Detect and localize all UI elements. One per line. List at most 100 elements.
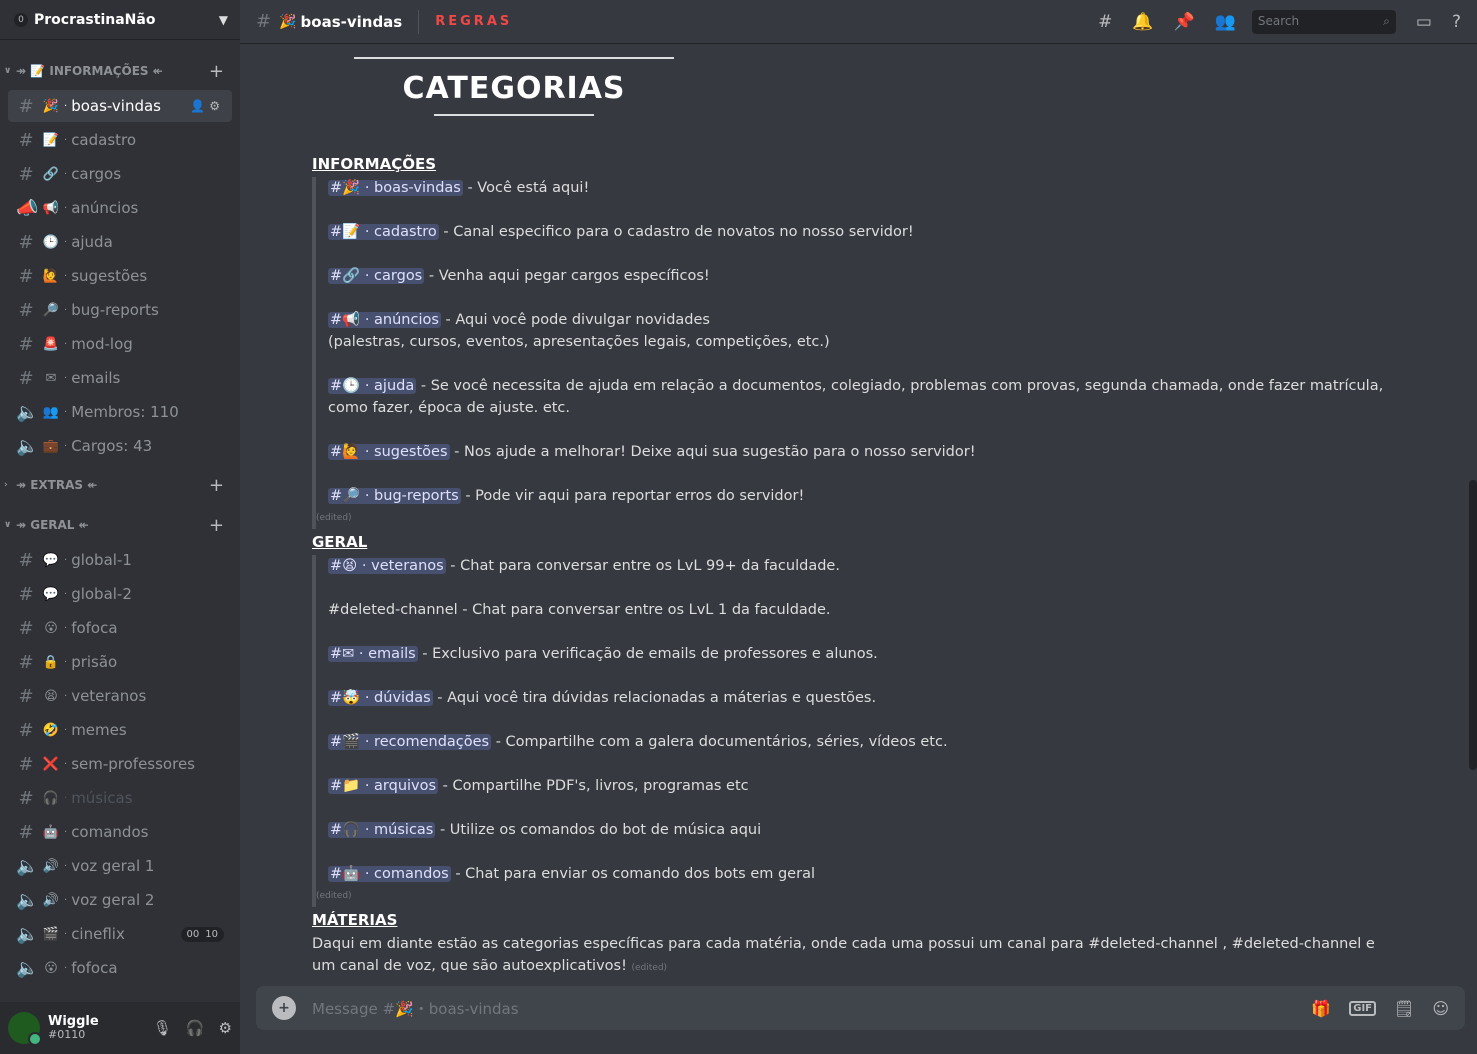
user-info[interactable]: Wiggle #0110	[48, 1014, 139, 1041]
category-informacoes[interactable]: ∨ ↠ 📝 INFORMAÇÕES ↞ +	[0, 54, 240, 88]
sidebar-channel[interactable]: 🔈 👥 · Membros: 110	[8, 396, 232, 428]
channel-description: - Compartilhe PDF's, livros, programas e…	[438, 778, 749, 794]
category-geral[interactable]: ∨ ↠ GERAL ↞ +	[0, 508, 240, 542]
channel-emoji: 📝	[42, 132, 60, 148]
quote-line: #🙋 · sugestões - Nos ajude a melhorar! D…	[328, 441, 1383, 463]
gif-button[interactable]: GIF	[1349, 1000, 1376, 1016]
scrollbar[interactable]	[1469, 480, 1477, 770]
hash-icon: #	[18, 651, 34, 673]
channel-emoji: 🚨	[42, 336, 60, 352]
sidebar-channel[interactable]: # 😫 · veteranos	[8, 680, 232, 712]
server-header[interactable]: 0 ProcrastinaNão ▼	[0, 0, 240, 40]
speaker-icon: 🔈	[16, 401, 39, 423]
channel-mention[interactable]: #🎬 · recomendações	[328, 734, 492, 750]
sidebar-channel[interactable]: 🔈 😮 · fofoca	[8, 952, 232, 984]
sticker-icon[interactable]: 🗒	[1394, 999, 1414, 1018]
count-a: 00	[186, 928, 200, 940]
chevron-down-icon[interactable]: ∨	[4, 520, 14, 530]
channel-mention[interactable]: #📢 · anúncios	[328, 312, 441, 328]
sidebar-channel[interactable]: # ❌ · sem-professores	[8, 748, 232, 780]
sidebar-channel[interactable]: # 🙋 · sugestões	[8, 260, 232, 292]
sidebar-channel[interactable]: # 📝 · cadastro	[8, 124, 232, 156]
gift-icon[interactable]: 🎁	[1311, 999, 1331, 1018]
add-channel-icon[interactable]: +	[209, 515, 224, 536]
quote-line: #📝 · cadastro - Canal especifico para o …	[328, 221, 1383, 243]
help-icon[interactable]: ?	[1452, 12, 1461, 32]
info-quote: #🎉 · boas-vindas - Você está aqui! #📝 · c…	[312, 177, 1383, 529]
separator-dot: ·	[64, 622, 68, 634]
channel-mention[interactable]: #🔗 · cargos	[328, 268, 425, 284]
separator-dot: ·	[64, 656, 68, 668]
chevron-down-icon[interactable]: ∨	[4, 66, 14, 76]
separator-dot: ·	[360, 822, 375, 838]
channel-mention[interactable]: #🎉 · boas-vindas	[328, 180, 463, 196]
sidebar-channel[interactable]: 📣 📢 · anúncios	[8, 192, 232, 224]
message-input[interactable]: Message #🎉・boas-vindas	[312, 998, 1293, 1019]
channel-topic[interactable]: REGRAS	[435, 14, 512, 29]
channel-mention[interactable]: #🤖 · comandos	[328, 866, 451, 882]
channel-list: ∨ ↠ 📝 INFORMAÇÕES ↞ + # 🎉 · boas-vindas 👤⚙ # 📝…	[0, 54, 240, 1000]
sidebar-channel[interactable]: # 🔒 · prisão	[8, 646, 232, 678]
add-channel-icon[interactable]: +	[209, 475, 224, 496]
channel-mention[interactable]: #😫 · veteranos	[328, 558, 446, 574]
separator-dot: ·	[64, 860, 68, 872]
sidebar-channel[interactable]: # 🤣 · memes	[8, 714, 232, 746]
inbox-icon[interactable]: ▭	[1416, 12, 1432, 32]
separator-dot: ·	[64, 304, 68, 316]
sidebar-channel[interactable]: 🔈 💼 · Cargos: 43	[8, 430, 232, 462]
channel-mention[interactable]: #✉ · emails	[328, 646, 418, 662]
channel-settings-icons[interactable]: 👤⚙	[190, 99, 224, 113]
sidebar-channel[interactable]: # 🎧 · músicas	[8, 782, 232, 814]
category-label: ↠ 📝 INFORMAÇÕES ↞	[16, 64, 163, 78]
hash-icon: #	[18, 583, 34, 605]
channel-description: - Aqui você tira dúvidas relacionadas a …	[432, 690, 877, 706]
channel-mention[interactable]: #📁 · arquivos	[328, 778, 439, 794]
sidebar-channel[interactable]: # 🎉 · boas-vindas 👤⚙	[8, 90, 232, 122]
hash-icon: #	[18, 333, 34, 355]
avatar[interactable]	[8, 1012, 42, 1046]
sidebar-channel[interactable]: # 💬 · global-2	[8, 578, 232, 610]
category-extras[interactable]: › ↠ EXTRAS ↞ +	[0, 468, 240, 502]
microphone-icon[interactable]: 🎙	[153, 1019, 172, 1037]
emoji-icon[interactable]: ☺	[1432, 999, 1449, 1018]
hash-icon: #	[18, 617, 34, 639]
channel-mention[interactable]: #🎧 · músicas	[328, 822, 436, 838]
gear-icon[interactable]: ⚙	[219, 1019, 232, 1037]
sidebar-channel[interactable]: # 🔎 · bug-reports	[8, 294, 232, 326]
search-input[interactable]: Search ⌕	[1251, 9, 1396, 34]
sidebar-channel[interactable]: # 💬 · global-1	[8, 544, 232, 576]
headphones-icon[interactable]: 🎧	[186, 1019, 205, 1037]
sidebar-channel[interactable]: 🔈 🎬 · cineflix 00 10	[8, 918, 232, 950]
sidebar-channel[interactable]: 🔈 🔊 · voz geral 1	[8, 850, 232, 882]
sidebar-channel[interactable]: # 🕒 · ajuda	[8, 226, 232, 258]
sidebar-channel[interactable]: # 🔗 · cargos	[8, 158, 232, 190]
quote-line: #🎬 · recomendações - Compartilhe com a g…	[328, 731, 948, 753]
members-icon[interactable]: 👥	[1215, 12, 1236, 32]
channel-mention[interactable]: #🔎 · bug-reports	[328, 488, 461, 504]
sidebar-channel[interactable]: 🔈 🔊 · voz geral 2	[8, 884, 232, 916]
banner-title: CATEGORIAS	[402, 71, 626, 106]
attach-plus-icon[interactable]: +	[272, 996, 296, 1020]
message-composer[interactable]: + Message #🎉・boas-vindas 🎁 GIF 🗒 ☺	[256, 986, 1465, 1030]
chevron-right-icon[interactable]: ›	[4, 480, 14, 490]
bell-icon[interactable]: 🔔	[1132, 12, 1153, 32]
add-channel-icon[interactable]: +	[209, 61, 224, 82]
pin-icon[interactable]: 📌	[1174, 12, 1195, 32]
threads-icon[interactable]: #	[1098, 12, 1112, 32]
channel-mention[interactable]: #🤯 · dúvidas	[328, 690, 433, 706]
channel-mention[interactable]: #🕒 · ajuda	[328, 378, 417, 394]
separator-dot: ·	[360, 866, 375, 882]
channel-name: voz geral 2	[71, 891, 155, 909]
channel-mention[interactable]: #📝 · cadastro	[328, 224, 439, 240]
channel-emoji: 🔒	[42, 654, 60, 670]
sidebar-channel[interactable]: # 😮 · fofoca	[8, 612, 232, 644]
sidebar-channel[interactable]: # 🤖 · comandos	[8, 816, 232, 848]
sidebar-channel[interactable]: # ✉ · emails	[8, 362, 232, 394]
channel-emoji: 📢	[342, 312, 361, 328]
chevron-down-icon[interactable]: ▼	[219, 13, 228, 27]
separator-dot: ·	[64, 440, 68, 452]
speaker-icon: 🔈	[16, 889, 39, 911]
channel-mention[interactable]: #🙋 · sugestões	[328, 444, 450, 460]
materias-text: Daqui em diante estão as categorias espe…	[312, 933, 1392, 972]
sidebar-channel[interactable]: # 🚨 · mod-log	[8, 328, 232, 360]
